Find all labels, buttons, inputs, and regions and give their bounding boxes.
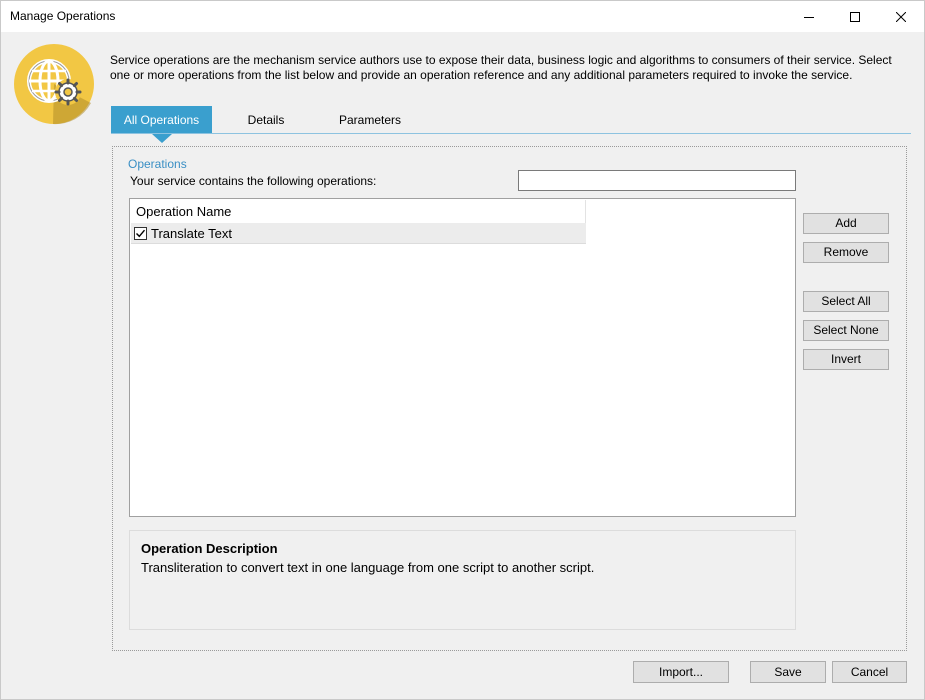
select-none-button[interactable]: Select None — [803, 320, 889, 341]
invert-button[interactable]: Invert — [803, 349, 889, 370]
description-text: Transliteration to convert text in one l… — [141, 560, 595, 575]
maximize-button[interactable] — [832, 1, 878, 32]
maximize-icon — [850, 11, 860, 22]
import-button[interactable]: Import... — [633, 661, 729, 683]
tab-details[interactable]: Details — [231, 106, 301, 134]
title-bar[interactable]: Manage Operations — [1, 1, 924, 32]
operation-description-box: Operation Description Transliteration to… — [129, 530, 796, 630]
operations-section-label: Operations — [128, 157, 187, 171]
cancel-button[interactable]: Cancel — [832, 661, 907, 683]
operation-checkbox[interactable] — [134, 226, 147, 240]
minimize-button[interactable] — [786, 1, 832, 32]
add-button[interactable]: Add — [803, 213, 889, 234]
window-title: Manage Operations — [10, 9, 116, 23]
close-button[interactable] — [878, 1, 924, 32]
globe-gear-icon — [14, 44, 94, 125]
select-all-button[interactable]: Select All — [803, 291, 889, 312]
operations-intro-label: Your service contains the following oper… — [130, 174, 377, 188]
operations-list[interactable]: Operation Name Translate Text — [129, 198, 796, 517]
description-title: Operation Description — [141, 541, 278, 556]
close-icon — [896, 11, 906, 22]
column-header-operation-name[interactable]: Operation Name — [131, 200, 586, 223]
tab-parameters[interactable]: Parameters — [331, 106, 409, 134]
active-tab-pointer — [152, 134, 172, 143]
manage-operations-window: Manage Operations Service operations are… — [0, 0, 925, 700]
intro-text: Service operations are the mechanism ser… — [110, 53, 892, 82]
remove-button[interactable]: Remove — [803, 242, 889, 263]
operation-row-translate-text[interactable]: Translate Text — [131, 223, 586, 244]
tab-all-operations[interactable]: All Operations — [111, 106, 212, 134]
tab-underline — [111, 133, 911, 134]
operations-filter-input[interactable] — [518, 170, 796, 191]
operation-name: Translate Text — [151, 225, 232, 241]
save-button[interactable]: Save — [750, 661, 826, 683]
minimize-icon — [804, 16, 814, 18]
checkmark-icon — [136, 229, 146, 237]
